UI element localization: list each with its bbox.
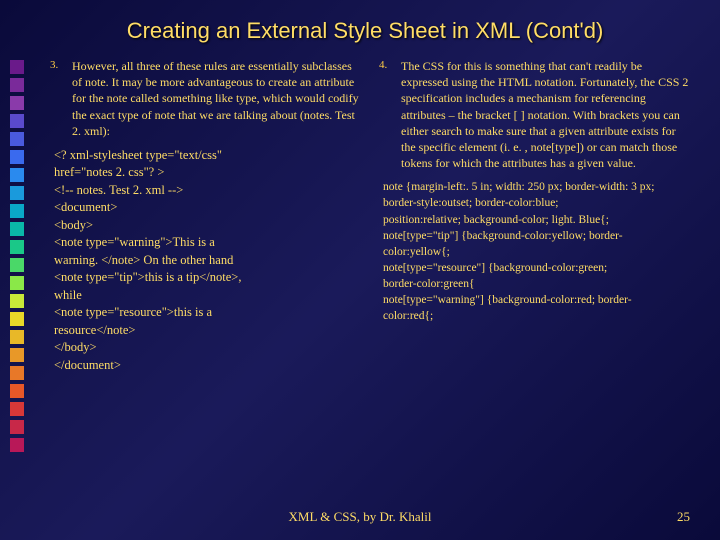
css-line: border-color:green{ [379, 276, 690, 292]
left-decoration [10, 60, 28, 452]
code-line: <? xml-stylesheet type="text/css" [54, 147, 361, 165]
left-column: 3. However, all three of these rules are… [50, 58, 361, 374]
css-line: border-style:outset; border-color:blue; [379, 195, 690, 211]
code-line: <document> [54, 199, 361, 217]
decor-square [10, 222, 24, 236]
code-line: href="notes 2. css"? > [54, 164, 361, 182]
css-line: note[type="warning"] {background-color:r… [379, 292, 690, 308]
list-item-4: 4. The CSS for this is something that ca… [379, 58, 690, 171]
decor-square [10, 420, 24, 434]
decor-square [10, 204, 24, 218]
decor-square [10, 96, 24, 110]
code-line: while [54, 287, 361, 305]
decor-square [10, 312, 24, 326]
code-line: <!-- notes. Test 2. xml --> [54, 182, 361, 200]
footer-text: XML & CSS, by Dr. Khalil [0, 509, 720, 525]
decor-square [10, 258, 24, 272]
decor-square [10, 276, 24, 290]
code-line: <note type="tip">this is a tip</note>, [54, 269, 361, 287]
css-line: color:red{; [379, 308, 690, 324]
decor-square [10, 114, 24, 128]
decor-square [10, 78, 24, 92]
item-text: However, all three of these rules are es… [72, 58, 361, 139]
decor-square [10, 132, 24, 146]
css-line: position:relative; background-color; lig… [379, 212, 690, 228]
css-line: note[type="tip"] {background-color:yello… [379, 228, 690, 244]
decor-square [10, 330, 24, 344]
item-number: 3. [50, 58, 62, 139]
decor-square [10, 60, 24, 74]
css-line: note {margin-left:. 5 in; width: 250 px;… [379, 179, 690, 195]
decor-square [10, 384, 24, 398]
content-columns: 3. However, all three of these rules are… [0, 58, 720, 374]
decor-square [10, 402, 24, 416]
list-item-3: 3. However, all three of these rules are… [50, 58, 361, 139]
page-number: 25 [677, 509, 690, 525]
slide-title: Creating an External Style Sheet in XML … [0, 0, 720, 58]
xml-code-block: <? xml-stylesheet type="text/css" href="… [50, 147, 361, 375]
code-line: <note type="resource">this is a [54, 304, 361, 322]
decor-square [10, 366, 24, 380]
decor-square [10, 240, 24, 254]
item-text: The CSS for this is something that can't… [401, 58, 690, 171]
decor-square [10, 186, 24, 200]
code-line: warning. </note> On the other hand [54, 252, 361, 270]
code-line: </document> [54, 357, 361, 375]
code-line: <note type="warning">This is a [54, 234, 361, 252]
code-line: <body> [54, 217, 361, 235]
decor-square [10, 438, 24, 452]
right-column: 4. The CSS for this is something that ca… [379, 58, 690, 374]
item-number: 4. [379, 58, 391, 171]
decor-square [10, 294, 24, 308]
code-line: resource</note> [54, 322, 361, 340]
css-line: note[type="resource"] {background-color:… [379, 260, 690, 276]
css-code-block: note {margin-left:. 5 in; width: 250 px;… [379, 179, 690, 324]
decor-square [10, 150, 24, 164]
code-line: </body> [54, 339, 361, 357]
decor-square [10, 168, 24, 182]
css-line: color:yellow{; [379, 244, 690, 260]
decor-square [10, 348, 24, 362]
